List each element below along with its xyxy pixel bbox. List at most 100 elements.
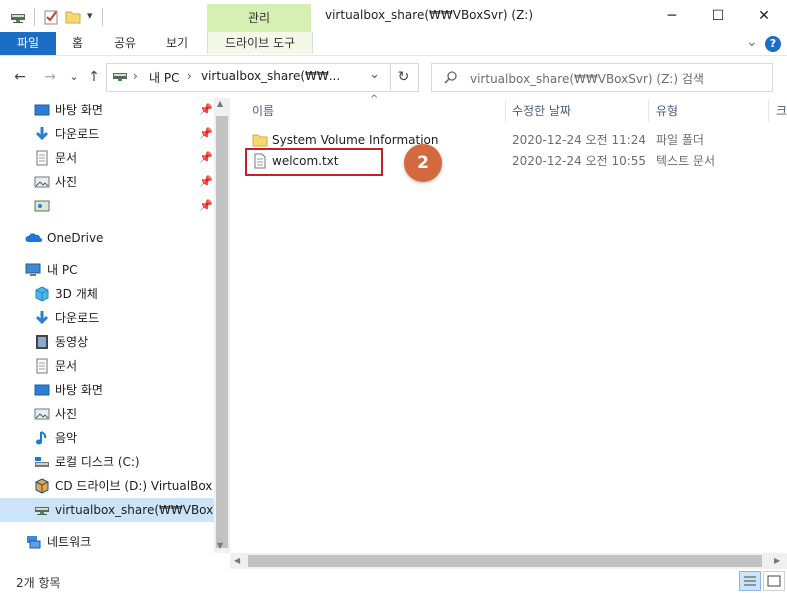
search-input[interactable]: virtualbox_share(₩₩VBoxSvr) (Z:) 검색 xyxy=(431,63,773,92)
nav-item-virtualbox-share[interactable]: virtualbox_share(₩₩VBoxSvr) xyxy=(0,498,214,522)
status-bar xyxy=(0,569,787,593)
nav-item-label: 바탕 화면 xyxy=(55,383,103,397)
tab-share[interactable]: 공유 xyxy=(114,32,136,55)
details-view-icon xyxy=(744,576,756,586)
toolbar-divider xyxy=(102,8,103,26)
step-badge: 2 xyxy=(404,144,442,182)
properties-icon[interactable] xyxy=(43,9,59,25)
pin-icon[interactable]: 📌 xyxy=(199,103,213,117)
chevron-down-icon[interactable]: ⌄ xyxy=(746,34,758,50)
large-icons-view-icon xyxy=(767,575,781,587)
nav-item-desktop[interactable]: 바탕 화면 📌 xyxy=(0,98,214,122)
nav-item-label: 사진 xyxy=(55,407,78,421)
highlight-box xyxy=(245,148,383,176)
forward-button[interactable]: → xyxy=(40,67,60,87)
nav-item-label: virtualbox_share(₩₩VBoxSvr) xyxy=(55,503,214,517)
nav-item-label: 사진 xyxy=(55,175,78,189)
minimize-button[interactable]: ─ xyxy=(649,0,695,32)
nav-item-this-pc[interactable]: 내 PC xyxy=(0,258,214,282)
nav-item-videos[interactable]: 동영상 xyxy=(0,330,214,354)
back-button[interactable]: ← xyxy=(10,67,30,87)
help-icon[interactable]: ? xyxy=(765,36,781,52)
nav-item-downloads[interactable]: 다운로드 📌 xyxy=(0,122,214,146)
column-header-date[interactable]: 수정한 날짜 xyxy=(512,103,571,119)
window-title: virtualbox_share(₩₩VBoxSvr) (Z:) xyxy=(325,8,534,22)
3d-objects-icon xyxy=(34,286,50,302)
close-button[interactable]: ✕ xyxy=(741,0,787,32)
nav-item-onedrive[interactable]: OneDrive xyxy=(0,226,214,250)
breadcrumb-separator[interactable]: › xyxy=(133,69,138,83)
pin-icon[interactable]: 📌 xyxy=(199,175,213,189)
desktop-icon xyxy=(34,382,50,398)
nav-item-cd-drive[interactable]: CD 드라이브 (D:) VirtualBox G xyxy=(0,474,214,498)
nav-item-network[interactable]: 네트워크 xyxy=(0,530,214,553)
download-icon xyxy=(34,126,50,142)
scroll-right-icon[interactable]: ▶ xyxy=(774,556,780,565)
nav-item-label: 로컬 디스크 (C:) xyxy=(55,455,140,469)
nav-item-label: CD 드라이브 (D:) VirtualBox G xyxy=(55,479,214,493)
search-icon xyxy=(444,70,458,84)
nav-item-pictures[interactable]: 사진 📌 xyxy=(0,170,214,194)
nav-item-downloads-pc[interactable]: 다운로드 xyxy=(0,306,214,330)
large-icons-view-button[interactable] xyxy=(763,571,785,591)
new-folder-icon[interactable] xyxy=(65,9,81,25)
drive-icon xyxy=(112,70,128,84)
nav-item-label: 3D 개체 xyxy=(55,287,98,301)
up-button[interactable]: ↑ xyxy=(84,67,104,87)
toolbar-divider xyxy=(34,8,35,26)
nav-item-label: 문서 xyxy=(55,359,78,373)
nav-item-image-folder[interactable]: 📌 xyxy=(0,194,214,218)
horizontal-scroll-thumb[interactable] xyxy=(248,555,762,567)
column-header-size[interactable]: 크 xyxy=(776,103,787,119)
tab-view[interactable]: 보기 xyxy=(166,32,188,55)
nav-item-label: 문서 xyxy=(55,151,78,165)
pin-icon[interactable]: 📌 xyxy=(199,199,213,213)
maximize-button[interactable]: ☐ xyxy=(695,0,741,32)
file-type: 파일 폴더 xyxy=(656,133,704,147)
videos-icon xyxy=(34,334,50,350)
breadcrumb-separator[interactable]: › xyxy=(187,69,192,83)
column-header-type[interactable]: 유형 xyxy=(656,103,678,119)
refresh-button[interactable]: ↻ xyxy=(389,63,419,92)
pin-icon[interactable]: 📌 xyxy=(199,127,213,141)
nav-item-music[interactable]: 음악 xyxy=(0,426,214,450)
file-row[interactable]: System Volume Information 2020-12-24 오전 … xyxy=(244,130,764,150)
file-type: 텍스트 문서 xyxy=(656,154,716,168)
column-divider[interactable] xyxy=(505,100,506,122)
column-header-name[interactable]: 이름 xyxy=(252,103,274,119)
details-view-button[interactable] xyxy=(739,571,761,591)
pictures-icon xyxy=(34,406,50,422)
nav-item-documents-pc[interactable]: 문서 xyxy=(0,354,214,378)
breadcrumb-share[interactable]: virtualbox_share(₩₩... xyxy=(201,69,340,83)
music-icon xyxy=(34,430,50,446)
scroll-up-icon[interactable]: ▲ xyxy=(217,99,223,108)
nav-item-pictures-pc[interactable]: 사진 xyxy=(0,402,214,426)
column-divider[interactable] xyxy=(768,100,769,122)
scroll-down-icon[interactable]: ▼ xyxy=(217,541,223,550)
tab-manage[interactable]: 관리 xyxy=(207,4,311,32)
quick-access-dropdown[interactable]: ▾ xyxy=(87,9,93,22)
drive-icon xyxy=(10,9,26,25)
nav-item-label: 음악 xyxy=(55,431,78,445)
tab-home[interactable]: 홈 xyxy=(72,32,83,55)
nav-item-label: 바탕 화면 xyxy=(55,103,103,117)
scroll-left-icon[interactable]: ◀ xyxy=(234,556,240,565)
pin-icon[interactable]: 📌 xyxy=(199,151,213,165)
address-bar[interactable]: › 내 PC › virtualbox_share(₩₩... ⌄ xyxy=(106,63,391,92)
nav-item-desktop-pc[interactable]: 바탕 화면 xyxy=(0,378,214,402)
nav-item-label: 동영상 xyxy=(55,335,89,349)
recent-locations-button[interactable]: ⌄ xyxy=(64,67,84,87)
breadcrumb-this-pc[interactable]: 내 PC xyxy=(149,69,179,86)
nav-item-local-disk[interactable]: 로컬 디스크 (C:) xyxy=(0,450,214,474)
nav-item-documents[interactable]: 문서 📌 xyxy=(0,146,214,170)
vertical-scroll-thumb[interactable] xyxy=(216,116,228,548)
nav-item-3d-objects[interactable]: 3D 개체 xyxy=(0,282,214,306)
file-date: 2020-12-24 오전 11:24 xyxy=(512,133,647,147)
address-dropdown[interactable]: ⌄ xyxy=(369,67,380,82)
image-folder-icon xyxy=(34,198,50,214)
tab-drive-tools[interactable]: 드라이브 도구 xyxy=(207,32,313,54)
column-divider[interactable] xyxy=(648,100,649,122)
tab-file[interactable]: 파일 xyxy=(0,32,56,55)
pictures-icon xyxy=(34,174,50,190)
network-icon xyxy=(25,534,41,550)
